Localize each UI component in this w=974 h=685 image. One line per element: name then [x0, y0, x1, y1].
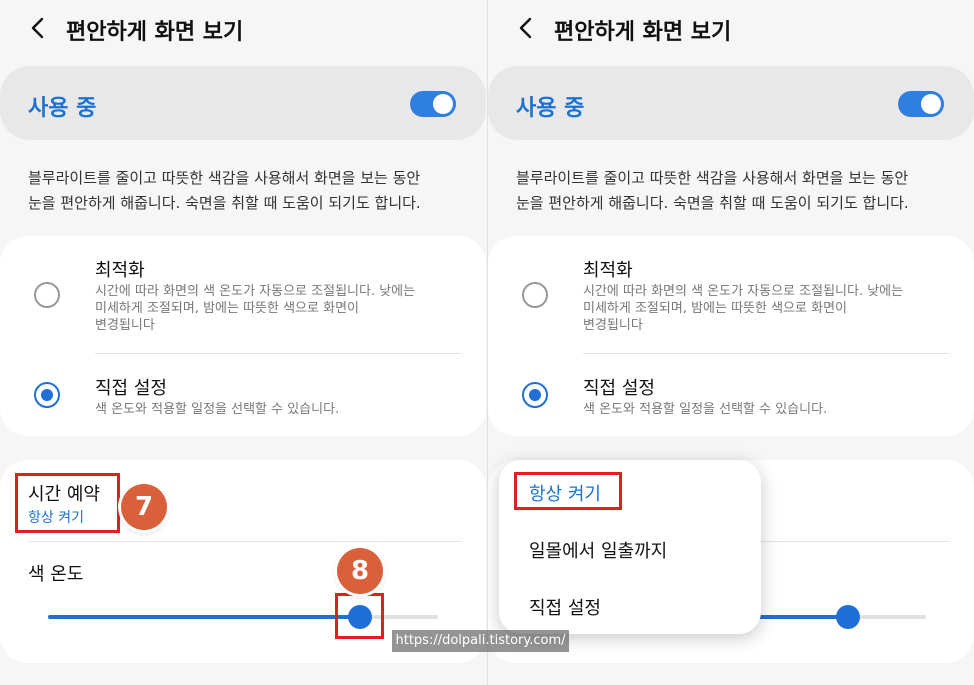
- option-optimize-desc: 시간에 따라 화면의 색 온도가 자동으로 조절됩니다. 낮에는 미세하게 조절…: [583, 283, 953, 334]
- header: 편안하게 화면 보기: [488, 0, 974, 56]
- master-switch-label: 사용 중: [28, 96, 97, 121]
- step-badge-7: 7: [121, 484, 167, 530]
- highlight-box-schedule: [15, 473, 120, 533]
- slider-thumb[interactable]: [836, 605, 860, 629]
- step-badge-8: 8: [337, 548, 383, 594]
- option-desc-line: 변경됩니다: [583, 318, 643, 333]
- mode-options-card: 최적화 시간에 따라 화면의 색 온도가 자동으로 조절됩니다. 낮에는 미세하…: [0, 236, 486, 436]
- radio-custom[interactable]: [522, 382, 548, 408]
- option-optimize-title: 최적화: [95, 260, 145, 281]
- page-title: 편안하게 화면 보기: [66, 20, 244, 45]
- option-desc-line: 변경됩니다: [95, 318, 155, 333]
- dropdown-item-sunset-to-sunrise[interactable]: 일몰에서 일출까지: [529, 537, 667, 563]
- toggle-knob: [433, 94, 453, 114]
- left-screen: 편안하게 화면 보기 사용 중 블루라이트를 줄이고 따뜻한 색감을 사용해서 …: [0, 0, 487, 685]
- option-custom-title: 직접 설정: [583, 378, 655, 399]
- option-optimize-desc: 시간에 따라 화면의 색 온도가 자동으로 조절됩니다. 낮에는 미세하게 조절…: [95, 283, 465, 334]
- feature-description: 블루라이트를 줄이고 따뜻한 색감을 사용해서 화면을 보는 동안 눈을 편안하…: [28, 166, 468, 216]
- description-line: 눈을 편안하게 해줍니다. 숙면을 취할 때 도움이 되기도 합니다.: [28, 194, 421, 212]
- feature-description: 블루라이트를 줄이고 따뜻한 색감을 사용해서 화면을 보는 동안 눈을 편안하…: [516, 166, 956, 216]
- back-arrow-icon[interactable]: [28, 16, 48, 40]
- watermark-url: https://dolpali.tistory.com/: [392, 630, 569, 652]
- description-line: 블루라이트를 줄이고 따뜻한 색감을 사용해서 화면을 보는 동안: [28, 169, 421, 187]
- description-line: 눈을 편안하게 해줍니다. 숙면을 취할 때 도움이 되기도 합니다.: [516, 194, 909, 212]
- header: 편안하게 화면 보기: [0, 0, 487, 56]
- radio-optimize[interactable]: [34, 282, 60, 308]
- option-optimize-title: 최적화: [583, 260, 633, 281]
- option-desc-line: 미세하게 조절되며, 밤에는 따뜻한 색으로 화면이: [583, 301, 847, 316]
- dropdown-item-custom[interactable]: 직접 설정: [529, 594, 601, 620]
- master-switch-label: 사용 중: [516, 96, 585, 121]
- right-screen: 편안하게 화면 보기 사용 중 블루라이트를 줄이고 따뜻한 색감을 사용해서 …: [487, 0, 974, 685]
- description-line: 블루라이트를 줄이고 따뜻한 색감을 사용해서 화면을 보는 동안: [516, 169, 909, 187]
- master-switch-row[interactable]: 사용 중: [488, 66, 974, 140]
- option-desc-line: 시간에 따라 화면의 색 온도가 자동으로 조절됩니다. 낮에는: [95, 284, 416, 299]
- page-title: 편안하게 화면 보기: [554, 20, 732, 45]
- master-toggle[interactable]: [898, 91, 944, 117]
- option-desc-line: 시간에 따라 화면의 색 온도가 자동으로 조절됩니다. 낮에는: [583, 284, 904, 299]
- color-temp-title: 색 온도: [28, 564, 84, 585]
- divider: [95, 353, 461, 354]
- option-custom-desc: 색 온도와 적용할 일정을 선택할 수 있습니다.: [95, 402, 340, 417]
- divider: [28, 541, 462, 542]
- divider: [583, 353, 949, 354]
- option-desc-line: 미세하게 조절되며, 밤에는 따뜻한 색으로 화면이: [95, 301, 359, 316]
- master-toggle[interactable]: [410, 91, 456, 117]
- radio-optimize[interactable]: [522, 282, 548, 308]
- option-custom-desc: 색 온도와 적용할 일정을 선택할 수 있습니다.: [583, 402, 828, 417]
- option-custom-title: 직접 설정: [95, 378, 167, 399]
- highlight-box-slider: [335, 593, 384, 639]
- back-arrow-icon[interactable]: [516, 16, 536, 40]
- highlight-box-always-on: [514, 472, 622, 510]
- toggle-knob: [921, 94, 941, 114]
- slider-fill: [48, 615, 360, 619]
- master-switch-row[interactable]: 사용 중: [0, 66, 486, 140]
- mode-options-card: 최적화 시간에 따라 화면의 색 온도가 자동으로 조절됩니다. 낮에는 미세하…: [488, 236, 974, 436]
- radio-custom[interactable]: [34, 382, 60, 408]
